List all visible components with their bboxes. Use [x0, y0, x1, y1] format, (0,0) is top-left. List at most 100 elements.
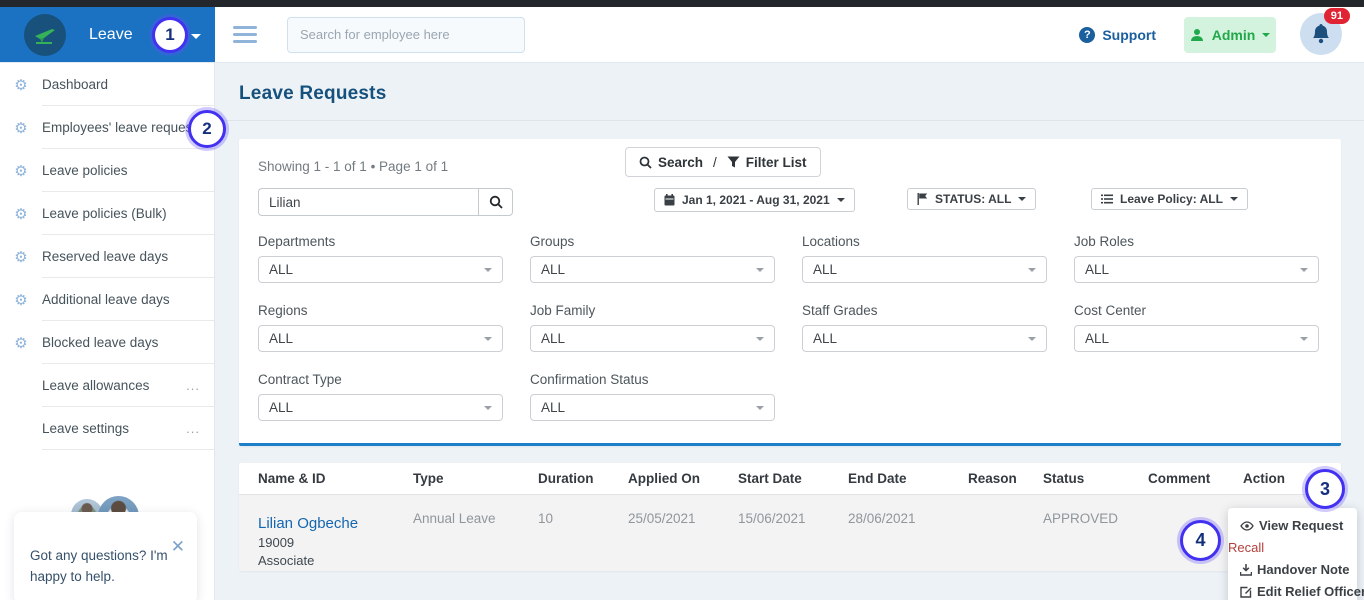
date-range-button[interactable]: Jan 1, 2021 - Aug 31, 2021	[654, 188, 855, 212]
action-dropdown-menu: View Request Recall Handover Note Edit R…	[1228, 508, 1364, 600]
cell-reason	[968, 495, 1043, 571]
confirmation-status-select[interactable]: ALL	[530, 394, 775, 421]
employee-search-input[interactable]	[287, 16, 525, 53]
gear-icon: ⚙	[14, 248, 28, 266]
employee-id: 19009	[258, 535, 295, 550]
leave-requests-table: Name & ID Type Duration Applied On Start…	[239, 463, 1341, 571]
cell-applied-on: 25/05/2021	[628, 511, 696, 526]
brand-title: Leave	[89, 25, 133, 43]
col-header-type: Type	[413, 471, 444, 486]
groups-select[interactable]: ALL	[530, 256, 775, 283]
support-link[interactable]: ? Support	[1079, 26, 1156, 43]
plane-icon	[35, 28, 55, 44]
filter-panel: Showing 1 - 1 of 1 • Page 1 of 1 Search …	[239, 139, 1341, 446]
annotation-circle-1: 1	[152, 17, 188, 53]
separator: /	[713, 154, 717, 170]
page-title: Leave Requests	[239, 83, 387, 104]
leave-policy-filter-button[interactable]: Leave Policy: ALL	[1091, 188, 1248, 210]
col-header-end-date: End Date	[848, 471, 907, 486]
close-icon[interactable]: ✕	[171, 538, 185, 555]
search-submit-button[interactable]	[478, 188, 513, 216]
col-header-reason: Reason	[968, 471, 1017, 486]
leave-policy-filter-label: Leave Policy: ALL	[1120, 192, 1223, 206]
menu-item-view-request[interactable]: View Request	[1240, 516, 1347, 535]
gear-icon: ⚙	[14, 291, 28, 309]
job-family-select[interactable]: ALL	[530, 325, 775, 352]
departments-select[interactable]: ALL	[258, 256, 503, 283]
sidebar-item-employees-leave-requests[interactable]: ⚙ Employees' leave requests	[0, 106, 214, 149]
employee-name-link[interactable]: Lilian Ogbeche	[258, 515, 413, 532]
name-search-input[interactable]	[258, 188, 478, 216]
job-roles-select[interactable]: ALL	[1074, 256, 1319, 283]
filter-label: Regions	[258, 303, 308, 318]
main-content: Leave Requests Showing 1 - 1 of 1 • Page…	[216, 63, 1364, 600]
title-divider	[216, 120, 1364, 121]
sidebar-item-label: Additional leave days	[42, 292, 170, 307]
brand-caret-down-icon[interactable]	[191, 34, 201, 39]
filter-label: Locations	[802, 234, 860, 249]
filter-groups: Groups ALL	[530, 234, 775, 283]
app-logo	[24, 13, 66, 56]
menu-item-edit-relief-officer[interactable]: Edit Relief Officer	[1240, 582, 1364, 600]
filter-label: Staff Grades	[802, 303, 878, 318]
search-tab-label[interactable]: Search	[658, 155, 703, 170]
menu-item-label: Edit Relief Officer	[1257, 584, 1364, 599]
filter-label: Contract Type	[258, 372, 342, 387]
filter-contract-type: Contract Type ALL	[258, 372, 503, 421]
chat-widget: ✕ Got any questions? I'm happy to help.	[14, 496, 197, 600]
sidebar-item-leave-policies[interactable]: ⚙ Leave policies	[0, 149, 214, 192]
locations-select[interactable]: ALL	[802, 256, 1047, 283]
sidebar-item-label: Leave settings	[42, 421, 130, 436]
sidebar-item-additional-leave-days[interactable]: ⚙ Additional leave days	[0, 278, 214, 321]
annotation-circle-2: 2	[188, 110, 226, 148]
menu-item-handover-note[interactable]: Handover Note	[1240, 560, 1350, 579]
sidebar-item-leave-allowances[interactable]: Leave allowances ...	[0, 364, 214, 407]
calendar-icon	[664, 194, 675, 206]
sidebar-item-dashboard[interactable]: ⚙ Dashboard	[0, 63, 214, 106]
caret-down-icon	[836, 198, 845, 202]
filter-label: Cost Center	[1074, 303, 1147, 318]
cell-type: Annual Leave	[413, 511, 496, 526]
employee-role: Associate	[258, 553, 315, 568]
annotation-circle-4: 4	[1180, 520, 1221, 561]
sidebar-item-blocked-leave-days[interactable]: ⚙ Blocked leave days	[0, 321, 214, 364]
sidebar-item-label: Leave policies	[42, 163, 128, 178]
filter-departments: Departments ALL	[258, 234, 503, 283]
filter-regions: Regions ALL	[258, 303, 503, 352]
staff-grades-select[interactable]: ALL	[802, 325, 1047, 352]
menu-item-label: Handover Note	[1257, 562, 1350, 577]
contract-type-select[interactable]: ALL	[258, 394, 503, 421]
col-header-name-id: Name & ID	[258, 471, 326, 486]
employee-name-search	[258, 188, 513, 216]
download-icon	[1240, 563, 1252, 576]
regions-select[interactable]: ALL	[258, 325, 503, 352]
menu-item-recall[interactable]: Recall	[1228, 538, 1347, 557]
annotation-circle-3: 3	[1305, 469, 1345, 509]
cell-status: APPROVED	[1043, 511, 1119, 526]
notifications-button[interactable]: 91	[1300, 7, 1350, 57]
ellipsis-icon: ...	[186, 421, 200, 436]
chat-message-card[interactable]: ✕ Got any questions? I'm happy to help.	[14, 512, 197, 600]
list-icon	[1101, 194, 1113, 204]
search-filter-toggle[interactable]: Search / Filter List	[625, 147, 821, 177]
menu-item-label: Recall	[1228, 540, 1265, 555]
status-filter-button[interactable]: STATUS: ALL	[907, 188, 1037, 210]
col-header-start-date: Start Date	[738, 471, 802, 486]
admin-menu-button[interactable]: Admin	[1184, 16, 1276, 53]
filter-locations: Locations ALL	[802, 234, 1047, 283]
sidebar-item-leave-settings[interactable]: Leave settings ...	[0, 407, 214, 450]
user-icon	[1190, 28, 1203, 41]
notification-count-badge: 91	[1323, 7, 1350, 24]
hamburger-menu-icon[interactable]	[233, 22, 257, 47]
cost-center-select[interactable]: ALL	[1074, 325, 1319, 352]
date-range-label: Jan 1, 2021 - Aug 31, 2021	[682, 193, 830, 207]
col-header-comment: Comment	[1148, 471, 1211, 486]
sidebar-item-reserved-leave-days[interactable]: ⚙ Reserved leave days	[0, 235, 214, 278]
ellipsis-icon: ...	[186, 378, 200, 393]
filter-cost-center: Cost Center ALL	[1074, 303, 1319, 352]
col-header-applied-on: Applied On	[628, 471, 700, 486]
sidebar-item-label: Blocked leave days	[42, 335, 159, 350]
filter-list-tab-label[interactable]: Filter List	[746, 155, 807, 170]
sidebar-item-leave-policies-bulk[interactable]: ⚙ Leave policies (Bulk)	[0, 192, 214, 235]
browser-top-strip	[0, 0, 1364, 7]
